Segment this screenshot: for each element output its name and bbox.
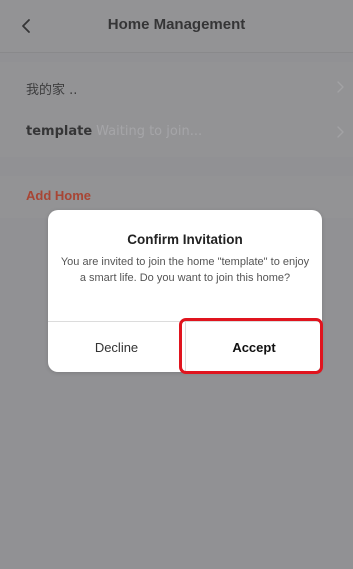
dialog-message: You are invited to join the home "templa… (60, 256, 310, 284)
dialog-title: Confirm Invitation (127, 232, 243, 247)
decline-button[interactable]: Decline (48, 322, 185, 372)
accept-button[interactable]: Accept (186, 322, 322, 372)
screen: Home Management 我的家 .. template Waiting t… (0, 0, 353, 569)
confirm-invitation-dialog: Confirm Invitation You are invited to jo… (48, 210, 322, 372)
